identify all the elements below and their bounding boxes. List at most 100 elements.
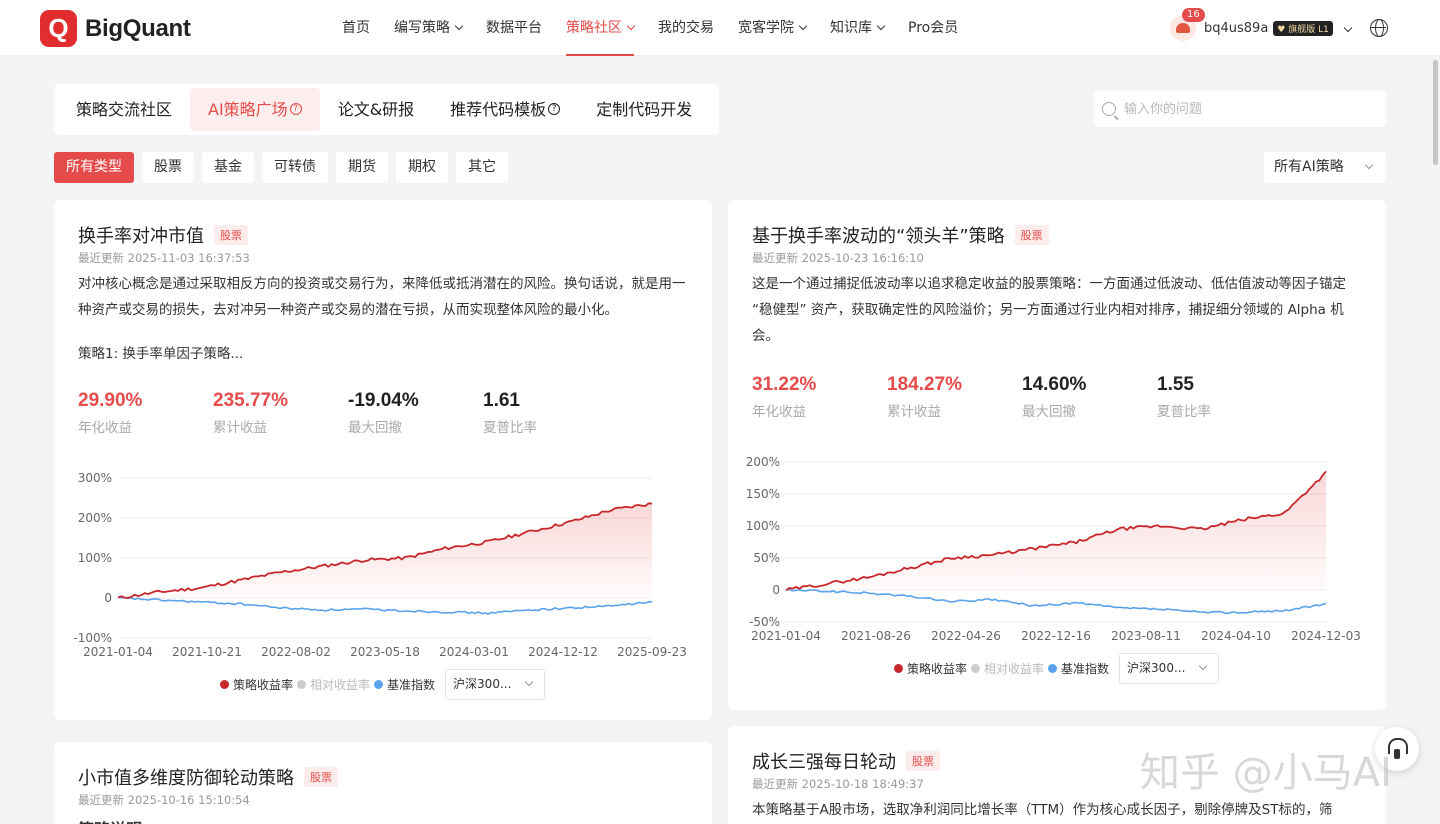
y-tick-label: 0 bbox=[772, 583, 780, 597]
x-tick-label: 2021-01-04 bbox=[751, 629, 821, 643]
card-title-text: 小市值多维度防御轮动策略 bbox=[78, 768, 294, 789]
nav-item-label: 数据平台 bbox=[486, 20, 542, 36]
search-input[interactable] bbox=[1124, 101, 1374, 117]
card-title[interactable]: 成长三强每日轮动 股票 bbox=[752, 748, 940, 774]
chevron-down-icon[interactable] bbox=[1343, 23, 1353, 33]
legend-label: 相对收益率 bbox=[310, 678, 371, 692]
nav-item[interactable]: 编写策略 bbox=[382, 0, 474, 56]
benchmark-index-select[interactable]: 沪深300... bbox=[445, 669, 546, 700]
metric-value: 235.77% bbox=[213, 390, 289, 411]
subtab[interactable]: 推荐代码模板? bbox=[432, 88, 578, 131]
filter-chip[interactable]: 期货 bbox=[336, 152, 388, 183]
x-tick-label: 2021-01-04 bbox=[83, 645, 153, 659]
strategy-select-value: 所有AI策略 bbox=[1274, 159, 1344, 175]
subtab[interactable]: 策略交流社区 bbox=[58, 88, 190, 131]
strategy-card[interactable]: 小市值多维度防御轮动策略 股票 最近更新 2025-10-16 15:10:54 … bbox=[54, 742, 712, 824]
metric-label: 年化收益 bbox=[752, 404, 806, 420]
nav-item[interactable]: 宽客学院 bbox=[726, 0, 818, 56]
strategy-card[interactable]: 换手率对冲市值 股票 最近更新 2025-11-03 16:37:53 对冲核心概… bbox=[54, 200, 712, 720]
subtab[interactable]: 论文&研报 bbox=[320, 88, 432, 131]
card-description: 策略说明 bbox=[78, 816, 142, 824]
legend-benchmark[interactable]: 基准指数 bbox=[1048, 660, 1109, 677]
y-tick-label: 50% bbox=[753, 551, 780, 565]
nav-item[interactable]: 策略社区 bbox=[554, 0, 646, 56]
filter-chip[interactable]: 期权 bbox=[396, 152, 448, 183]
chevron-down-icon bbox=[626, 21, 636, 31]
filter-chip[interactable]: 可转债 bbox=[262, 152, 328, 183]
category-tag: 股票 bbox=[214, 225, 248, 245]
chart-legend: 策略收益率 相对收益率 基准指数 沪深300... bbox=[894, 653, 1220, 684]
nav-item-label: 宽客学院 bbox=[738, 20, 794, 36]
category-tag: 股票 bbox=[304, 767, 338, 787]
legend-strategy[interactable]: 策略收益率 bbox=[894, 660, 967, 677]
index-select-value: 沪深300... bbox=[453, 677, 512, 691]
card-title[interactable]: 小市值多维度防御轮动策略 股票 bbox=[78, 764, 338, 790]
filter-chip[interactable]: 所有类型 bbox=[54, 152, 134, 183]
nav-item-label: 知识库 bbox=[830, 20, 872, 36]
help-icon[interactable]: ? bbox=[548, 103, 561, 115]
card-description: 本策略基于A股市场，选取净利润同比增长率（TTM）作为核心成长因子，剔除停牌及S… bbox=[752, 802, 1333, 818]
legend-dot bbox=[894, 664, 903, 673]
page-scrollbar[interactable] bbox=[1431, 56, 1440, 824]
nav-item-label: 策略社区 bbox=[566, 20, 622, 36]
nav-item[interactable]: 数据平台 bbox=[474, 0, 554, 56]
benchmark-index-select[interactable]: 沪深300... bbox=[1119, 653, 1220, 684]
metric-cumulative-return: 235.77% 累计收益 bbox=[213, 390, 333, 436]
y-tick-label: 200% bbox=[746, 455, 780, 469]
card-title-text: 基于换手率波动的“领头羊”策略 bbox=[752, 226, 1005, 247]
strategy-card[interactable]: 基于换手率波动的“领头羊”策略 股票 最近更新 2025-10-23 16:16:… bbox=[728, 200, 1386, 710]
filter-chip[interactable]: 其它 bbox=[456, 152, 508, 183]
return-chart-svg[interactable]: 200% 150% 100% 50% 0 -50%2021-01-04 2021-08-26… bbox=[728, 450, 1386, 646]
nav-item[interactable]: Pro会员 bbox=[896, 0, 970, 56]
card-title[interactable]: 基于换手率波动的“领头羊”策略 股票 bbox=[752, 222, 1049, 248]
card-title-text: 换手率对冲市值 bbox=[78, 226, 204, 247]
metric-sharpe-ratio: 1.55 夏普比率 bbox=[1157, 374, 1277, 420]
subtab-label: 策略交流社区 bbox=[76, 100, 173, 119]
nav-item[interactable]: 首页 bbox=[330, 0, 382, 56]
help-icon[interactable]: ? bbox=[289, 103, 302, 115]
subtab-label: 论文&研报 bbox=[337, 100, 415, 119]
legend-relative[interactable]: 相对收益率 bbox=[971, 660, 1044, 677]
nav-item[interactable]: 我的交易 bbox=[646, 0, 726, 56]
legend-benchmark[interactable]: 基准指数 bbox=[374, 676, 435, 693]
y-tick-label: -50% bbox=[749, 615, 780, 629]
subtab[interactable]: 定制代码开发 bbox=[578, 88, 710, 131]
subtab-label: 推荐代码模板 bbox=[450, 100, 547, 119]
logo-text: BigQuant bbox=[85, 14, 191, 42]
legend-label: 基准指数 bbox=[1061, 662, 1110, 676]
watermark: 知乎 @小马AI bbox=[1140, 750, 1392, 796]
nav-item-label: 编写策略 bbox=[394, 20, 450, 36]
x-tick-label: 2024-04-10 bbox=[1201, 629, 1271, 643]
search-icon bbox=[1102, 102, 1116, 116]
globe-icon[interactable] bbox=[1370, 19, 1388, 37]
card-title[interactable]: 换手率对冲市值 股票 bbox=[78, 222, 248, 248]
metric-annual-return: 29.90% 年化收益 bbox=[78, 390, 198, 436]
metric-label: 年化收益 bbox=[78, 420, 132, 436]
nav-item[interactable]: 知识库 bbox=[818, 0, 896, 56]
filter-chip[interactable]: 基金 bbox=[202, 152, 254, 183]
x-tick-label: 2024-03-01 bbox=[439, 645, 509, 659]
metric-value: 1.55 bbox=[1157, 374, 1194, 395]
chevron-down-icon bbox=[454, 21, 464, 31]
scroll-thumb[interactable] bbox=[1433, 60, 1438, 165]
legend-strategy[interactable]: 策略收益率 bbox=[220, 676, 293, 693]
nav-item-label: Pro会员 bbox=[908, 20, 959, 36]
logo[interactable]: Q BigQuant bbox=[40, 10, 191, 47]
search-box[interactable] bbox=[1094, 91, 1386, 127]
filter-chip[interactable]: 股票 bbox=[142, 152, 194, 183]
y-tick-label: 200% bbox=[78, 511, 112, 525]
subtab[interactable]: AI策略广场? bbox=[190, 88, 320, 131]
return-chart-svg[interactable]: 300% 200% 100% 0 -100%2021-01-04 2021-10-21 20… bbox=[54, 462, 712, 662]
metric-cumulative-return: 184.27% 累计收益 bbox=[887, 374, 1007, 420]
metric-label: 累计收益 bbox=[887, 404, 941, 420]
legend-relative[interactable]: 相对收益率 bbox=[297, 676, 370, 693]
x-tick-label: 2022-04-26 bbox=[931, 629, 1001, 643]
chart-legend: 策略收益率 相对收益率 基准指数 沪深300... bbox=[220, 669, 546, 700]
x-tick-label: 2024-12-12 bbox=[528, 645, 598, 659]
metric-max-drawdown: -19.04% 最大回撤 bbox=[348, 390, 468, 436]
strategy-type-select[interactable]: 所有AI策略 bbox=[1264, 152, 1386, 183]
type-filter-bar: 所有类型 股票 基金 可转债 期货 期权 其它 bbox=[54, 152, 516, 183]
card-title-text: 成长三强每日轮动 bbox=[752, 752, 896, 773]
main-nav: 首页 编写策略 数据平台 策略社区 我的交易 宽客学院 知识库 Pro会员 bbox=[330, 0, 970, 56]
metric-annual-return: 31.22% 年化收益 bbox=[752, 374, 872, 420]
